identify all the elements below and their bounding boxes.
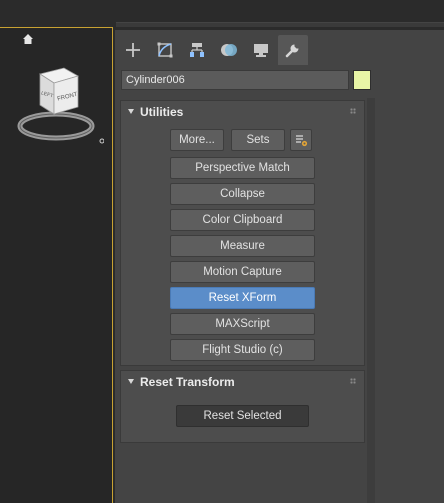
utility-color-clipboard[interactable]: Color Clipboard — [170, 209, 315, 231]
viewcube[interactable]: LEFT FRONT — [14, 64, 104, 154]
motion-icon — [221, 44, 237, 56]
command-panel: Utilities More... Sets Perspective Match… — [115, 30, 444, 503]
tab-display[interactable] — [246, 35, 276, 65]
utility-reset-xform[interactable]: Reset XForm — [170, 287, 315, 309]
utility-perspective-match[interactable]: Perspective Match — [170, 157, 315, 179]
tab-create[interactable] — [118, 35, 148, 65]
utilities-rollout-title: Utilities — [140, 105, 184, 119]
configure-button-sets[interactable] — [290, 129, 312, 151]
hierarchy-icon — [190, 43, 204, 57]
utility-measure[interactable]: Measure — [170, 235, 315, 257]
utility-flight-studio[interactable]: Flight Studio (c) — [170, 339, 315, 361]
drag-grip-icon[interactable] — [350, 378, 356, 384]
reset-selected-button[interactable]: Reset Selected — [176, 405, 309, 427]
tab-utilities[interactable] — [278, 35, 308, 65]
panel-top-divider — [116, 22, 444, 27]
utility-collapse[interactable]: Collapse — [170, 183, 315, 205]
object-color-swatch[interactable] — [353, 70, 371, 90]
home-icon[interactable] — [22, 33, 34, 45]
command-panel-scrollbar[interactable] — [367, 98, 375, 503]
collapse-arrow-icon — [128, 379, 134, 384]
modify-icon — [157, 42, 173, 58]
utilities-rollout-header[interactable]: Utilities — [121, 101, 364, 123]
utilities-rollout: Utilities More... Sets Perspective Match… — [120, 100, 365, 366]
sets-button[interactable]: Sets — [231, 129, 285, 151]
reset-transform-rollout-title: Reset Transform — [140, 375, 235, 389]
tab-modify[interactable] — [150, 35, 180, 65]
object-name-field[interactable] — [121, 70, 349, 90]
reset-transform-rollout-header[interactable]: Reset Transform — [121, 371, 364, 393]
wrench-icon — [285, 44, 299, 58]
reset-transform-rollout: Reset Transform Reset Selected — [120, 370, 365, 443]
more-button[interactable]: More... — [170, 129, 224, 151]
plus-icon — [126, 43, 140, 57]
collapse-arrow-icon — [128, 109, 134, 114]
tab-hierarchy[interactable] — [182, 35, 212, 65]
tab-motion[interactable] — [214, 35, 244, 65]
command-panel-tabbar — [115, 32, 444, 66]
utility-maxscript[interactable]: MAXScript — [170, 313, 315, 335]
configure-icon — [296, 135, 308, 147]
display-icon — [254, 44, 268, 57]
drag-grip-icon[interactable] — [350, 108, 356, 114]
utility-motion-capture[interactable]: Motion Capture — [170, 261, 315, 283]
viewport[interactable]: LEFT FRONT — [0, 27, 113, 503]
